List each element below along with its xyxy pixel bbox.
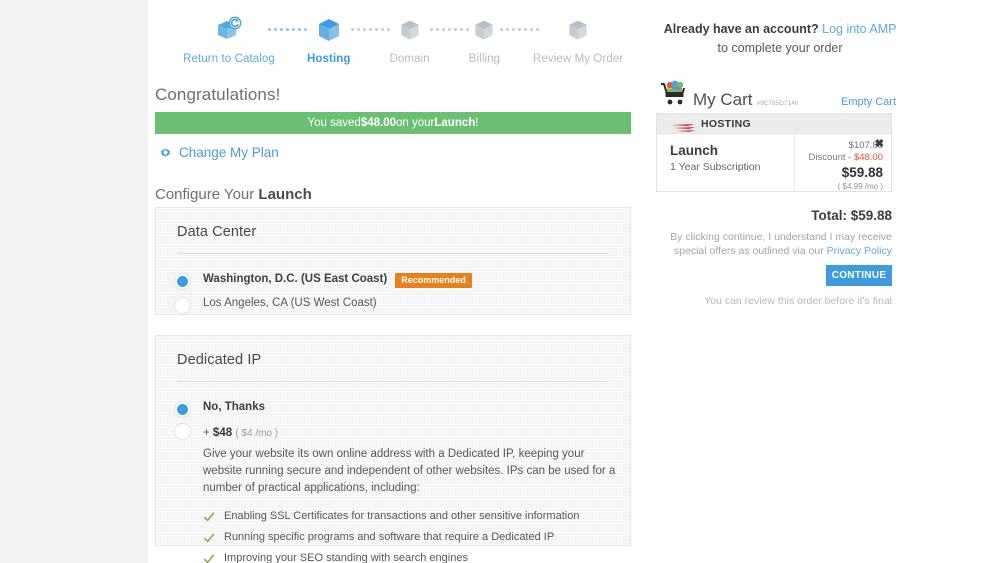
step-connector-dots: [500, 28, 540, 31]
step-connector-dots: [350, 28, 390, 31]
data-center-option-los-angeles[interactable]: Los Angeles, CA (US West Coast): [156, 297, 630, 311]
cart-item-subtitle: 1 Year Subscription: [670, 161, 761, 173]
benefit-text: Improving your SEO standing with search …: [224, 552, 468, 563]
cube-icon: [471, 14, 497, 46]
step-domain[interactable]: Domain: [390, 14, 430, 65]
step-connector-dots: [268, 28, 307, 31]
discount-label: Discount -: [808, 152, 854, 163]
cart-item-discount: Discount - $48.00: [795, 152, 883, 163]
close-icon[interactable]: ✖: [875, 139, 884, 150]
cart-item-original-price: $107.88: [848, 140, 883, 151]
page-title: Congratulations!: [155, 85, 281, 104]
step-label: Review My Order: [532, 53, 624, 65]
change-my-plan-label: Change My Plan: [179, 145, 279, 160]
step-return-to-catalog[interactable]: Return to Catalog: [183, 14, 275, 65]
cart-item-description: Launch 1 Year Subscription: [657, 134, 795, 191]
log-into-amp-link[interactable]: Log into AMP: [822, 22, 896, 36]
dedicated-ip-option-no-thanks[interactable]: No, Thanks: [156, 401, 630, 415]
dedicated-ip-title: Dedicated IP: [177, 352, 262, 368]
option-label: Los Angeles, CA (US West Coast): [203, 297, 377, 309]
list-item: Improving your SEO standing with search …: [203, 552, 621, 563]
cart-brand-bar: HOSTING: [656, 113, 892, 133]
cart-total: Total: $59.88: [811, 208, 892, 223]
divider: [177, 381, 609, 382]
data-center-panel: Data Center Washington, D.C. (US East Co…: [155, 207, 631, 315]
hosting-swoosh-icon: [670, 119, 696, 132]
checkout-page: Return to Catalog Hosting Domain Billing…: [0, 0, 1000, 563]
recommended-badge: Recommended: [395, 273, 472, 288]
radio-button[interactable]: [177, 276, 188, 287]
step-label: Hosting: [307, 53, 351, 65]
cart-item-name: Launch: [670, 143, 719, 158]
check-icon: [203, 532, 215, 544]
cube-icon: [397, 14, 423, 46]
dedicated-ip-benefits-list: Enabling SSL Certificates for transactio…: [203, 510, 621, 563]
cube-icon: [314, 14, 344, 46]
savings-plan-name: Launch: [434, 117, 476, 129]
step-label: Billing: [468, 53, 501, 65]
data-center-title: Data Center: [177, 224, 257, 240]
dedicated-ip-panel: Dedicated IP No, Thanks + $48 ( $4 /mo )…: [155, 335, 631, 563]
step-review-my-order[interactable]: Review My Order: [533, 14, 623, 65]
savings-prefix: You saved: [307, 117, 361, 129]
configure-plan-name: Launch: [258, 186, 312, 203]
savings-amount: $48.00: [360, 117, 397, 129]
empty-cart-link[interactable]: Empty Cart: [841, 96, 896, 110]
divider: [177, 253, 609, 254]
data-center-option-washington[interactable]: Washington, D.C. (US East Coast) Recomme…: [156, 273, 630, 288]
cart-item-final-price: $59.88: [841, 165, 883, 180]
savings-middle: on your: [396, 117, 435, 129]
price-monthly: ( $4 /mo ): [235, 428, 279, 439]
checkout-progress-nav: Return to Catalog Hosting Domain Billing…: [183, 14, 623, 76]
list-item: Running specific programs and software t…: [203, 531, 621, 544]
privacy-policy-link[interactable]: Privacy Policy: [827, 245, 892, 257]
existing-account-prompt: Already have an account? Log into AMP to…: [660, 20, 900, 58]
radio-button[interactable]: [177, 404, 188, 415]
check-icon: [203, 511, 215, 523]
cart-review-note: You can review this order before it's fi…: [704, 295, 892, 307]
option-label: Washington, D.C. (US East Coast): [203, 273, 388, 285]
step-label: Domain: [389, 53, 430, 65]
cart-box: HOSTING Launch 1 Year Subscription ✖ $10…: [656, 113, 892, 192]
cart-id: #9C785D7140: [756, 100, 799, 107]
step-label: Return to Catalog: [183, 53, 275, 65]
dedicated-ip-price-line: + $48 ( $4 /mo ): [203, 427, 278, 439]
step-billing[interactable]: Billing: [469, 14, 500, 65]
dedicated-ip-option-purchase[interactable]: + $48 ( $4 /mo ) Give your website its o…: [156, 423, 630, 563]
cart-legal-text: By clicking continue, I understand I may…: [656, 230, 892, 258]
shopping-cart-icon: [658, 80, 690, 110]
list-item: Enabling SSL Certificates for transactio…: [203, 510, 621, 523]
change-my-plan-button[interactable]: Change My Plan: [158, 145, 279, 160]
cart-item-pricing: ✖ $107.88 Discount - $48.00 $59.88 ( $4.…: [795, 134, 891, 192]
benefit-text: Enabling SSL Certificates for transactio…: [224, 510, 580, 522]
configure-section-title: Configure Your Launch: [155, 186, 312, 203]
cube-icon: [565, 14, 591, 46]
configure-prefix: Configure Your: [155, 186, 259, 203]
cart-title: My Cart: [693, 90, 753, 109]
step-connector-dots: [429, 28, 469, 31]
cart-brand-label: HOSTING: [701, 117, 751, 130]
radio-button[interactable]: [177, 300, 188, 311]
dedicated-ip-description: Give your website its own online address…: [203, 448, 616, 494]
gear-icon: [158, 145, 173, 160]
continue-button[interactable]: CONTINUE: [826, 265, 892, 286]
cart-header: My Cart #9C785D7140 Empty Cart: [658, 80, 896, 110]
step-hosting[interactable]: Hosting: [307, 14, 351, 65]
savings-suffix: !: [475, 117, 479, 129]
option-label: No, Thanks: [203, 401, 265, 413]
account-prompt-text: Already have an account?: [663, 22, 819, 36]
price-amount: $48: [212, 427, 233, 439]
check-icon: [203, 553, 215, 563]
price-plus: +: [203, 427, 213, 439]
account-prompt-suffix: to complete your order: [717, 41, 843, 55]
cart-item-monthly-price: ( $4.99 /mo ): [837, 182, 883, 191]
savings-banner: You saved $48.00 on your Launch!: [155, 112, 631, 134]
cart-line-item: Launch 1 Year Subscription ✖ $107.88 Dis…: [656, 133, 892, 192]
discount-amount: $48.00: [853, 152, 883, 163]
benefit-text: Running specific programs and software t…: [224, 531, 555, 543]
radio-button[interactable]: [177, 426, 188, 437]
cube-back-arrow-icon: [214, 14, 244, 46]
